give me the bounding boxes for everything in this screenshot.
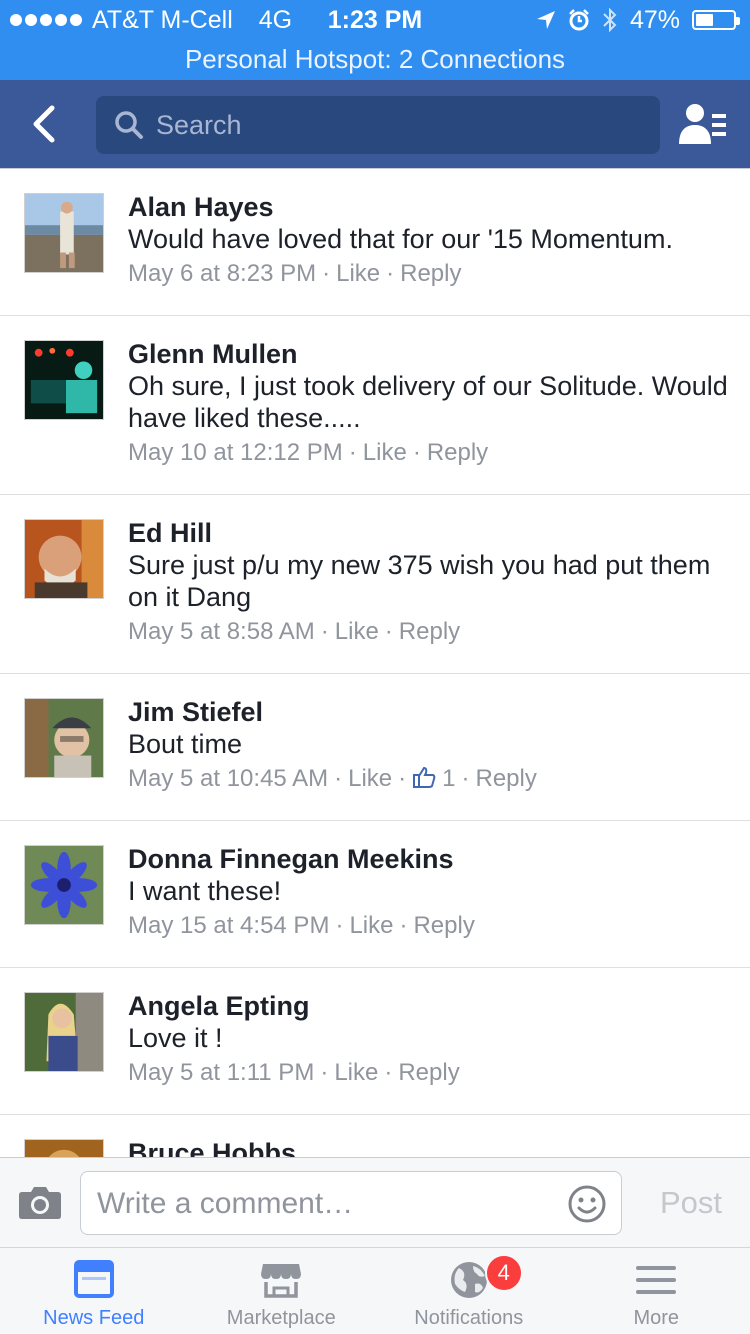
comment-text: I want these! [128,876,282,906]
like-link[interactable]: Like [349,912,393,939]
comment-item: Bruce Hobbs [0,1115,750,1158]
comment-timestamp: May 5 at 8:58 AM [128,618,315,645]
tab-news-feed[interactable]: News Feed [0,1248,188,1334]
tab-more[interactable]: More [563,1248,750,1334]
comment-text: Oh sure, I just took delivery of our Sol… [128,371,728,433]
search-icon [115,111,143,139]
like-link[interactable]: Like [363,439,407,466]
emoji-button[interactable] [567,1184,607,1224]
reply-link[interactable]: Reply [476,765,537,792]
search-input[interactable] [156,109,626,141]
tab-label: Marketplace [226,1307,336,1329]
comment-timestamp: May 5 at 1:11 PM [128,1059,315,1086]
avatar[interactable] [24,519,104,599]
post-button[interactable]: Post [660,1182,722,1224]
comment-composer: Post [0,1157,750,1247]
comment-timestamp: May 10 at 12:12 PM [128,439,343,466]
menu-icon [636,1266,677,1294]
app-screen: AT&T M-Cell 4G 1:23 PM 47% Personal Hots… [0,0,750,1334]
thumbs-up-icon [413,766,436,788]
reply-link[interactable]: Reply [399,618,460,645]
comment-timestamp: May 6 at 8:23 PM [128,260,317,287]
comment-item: Glenn Mullen Oh sure, I just took delive… [0,316,750,495]
comment-timestamp: May 15 at 4:54 PM [128,912,330,939]
camera-icon [19,1187,61,1219]
comment-item: Jim Stiefel Bout time May 5 at 10:45 AM ·… [0,674,750,821]
battery-percent: 47% [629,6,680,34]
comment-meta: May 15 at 4:54 PM · Like · Reply [128,912,475,939]
comment-item: Alan Hayes Would have loved that for our… [0,169,750,316]
comment-author[interactable]: Alan Hayes [128,191,730,223]
notification-badge: 4 [484,1254,523,1292]
comment-meta: May 6 at 8:23 PM · Like · Reply [128,260,462,287]
comment-item: Angela Epting Love it ! May 5 at 1:11 PM… [0,968,750,1115]
globe-icon [450,1262,487,1298]
comment-meta: May 5 at 10:45 AM · Like · 1 · Reply [128,765,537,792]
reply-link[interactable]: Reply [398,1059,459,1086]
comment-author[interactable]: Ed Hill [128,517,730,549]
back-button[interactable] [24,102,68,146]
status-bar: AT&T M-Cell 4G 1:23 PM 47% [0,0,750,40]
hotspot-banner[interactable]: Personal Hotspot: 2 Connections [0,40,750,80]
marketplace-icon [261,1264,302,1298]
comment-author[interactable]: Glenn Mullen [128,338,730,370]
comment-item: Donna Finnegan Meekins I want these! May… [0,821,750,968]
comment-author[interactable]: Donna Finnegan Meekins [128,843,730,875]
comment-text: Sure just p/u my new 375 wish you had pu… [128,550,711,612]
tab-bar: News Feed Marketplace Notifications 4 Mo… [0,1247,750,1334]
smiley-icon [568,1185,606,1223]
avatar[interactable] [24,698,104,778]
tab-label: News Feed [43,1307,145,1329]
friends-list-icon [679,104,726,144]
like-count-value: 1 [442,765,456,792]
battery-fill [696,14,713,26]
like-link[interactable]: Like [336,260,380,287]
like-link[interactable]: Like [348,765,392,792]
tab-notifications[interactable]: Notifications 4 [375,1248,563,1334]
reply-link[interactable]: Reply [400,260,461,287]
status-right: 47% [536,0,740,40]
camera-button[interactable] [18,1184,62,1220]
friends-list-button[interactable] [678,100,728,148]
like-link[interactable]: Like [335,618,379,645]
tab-label: Notifications [414,1307,524,1329]
news-feed-icon [73,1260,114,1298]
avatar[interactable] [24,845,104,925]
reply-link[interactable]: Reply [413,912,474,939]
like-count[interactable]: 1 [412,765,456,792]
alarm-icon [569,9,589,31]
comment-text: Would have loved that for our '15 Moment… [128,224,673,254]
avatar[interactable] [24,340,104,420]
comment-text: Bout time [128,729,243,759]
comment-item: Ed Hill Sure just p/u my new 375 wish yo… [0,495,750,674]
comment-input[interactable] [97,1182,557,1226]
location-icon [536,11,555,29]
comment-field[interactable] [80,1171,622,1235]
like-link[interactable]: Like [334,1059,378,1086]
avatar[interactable] [24,1139,104,1158]
comment-timestamp: May 5 at 10:45 AM [128,765,329,792]
avatar[interactable] [24,193,104,273]
comment-author[interactable]: Jim Stiefel [128,696,730,728]
comment-text: Love it ! [128,1023,223,1053]
nav-bar [0,80,750,168]
comment-author[interactable]: Bruce Hobbs [128,1137,730,1158]
reply-link[interactable]: Reply [427,439,488,466]
avatar[interactable] [24,992,104,1072]
search-box[interactable] [96,96,660,154]
comment-meta: May 5 at 1:11 PM · Like · Reply [128,1059,460,1086]
comment-author[interactable]: Angela Epting [128,990,730,1022]
tab-marketplace[interactable]: Marketplace [188,1248,376,1334]
back-chevron-icon [33,105,55,143]
bluetooth-icon [603,7,617,33]
tab-label: More [633,1307,680,1329]
comment-list[interactable]: Alan Hayes Would have loved that for our… [0,168,750,1158]
comment-meta: May 10 at 12:12 PM · Like · Reply [128,439,489,466]
battery-icon [692,10,740,30]
comment-meta: May 5 at 8:58 AM · Like · Reply [128,618,461,645]
